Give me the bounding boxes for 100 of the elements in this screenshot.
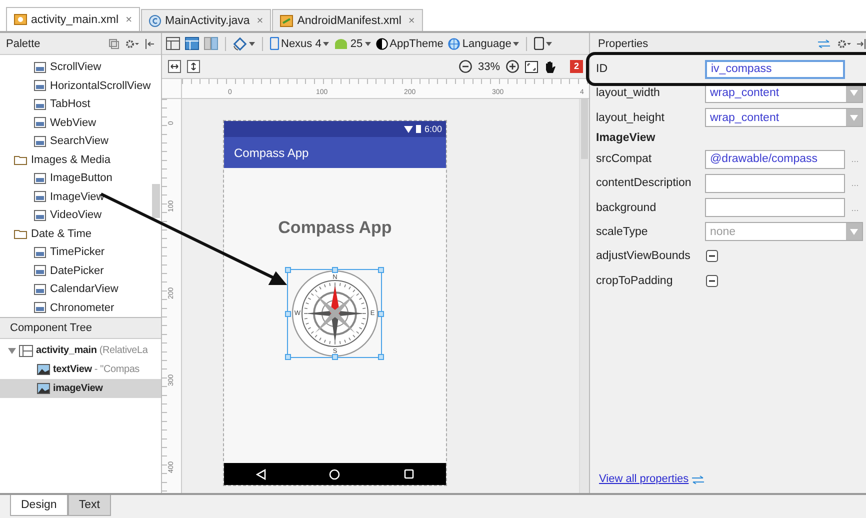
theme-menu[interactable]: AppTheme: [376, 38, 444, 50]
widget-icon: [34, 284, 46, 295]
dropdown-arrow-icon: [850, 90, 858, 96]
fit-height-icon[interactable]: [187, 60, 200, 73]
palette-item[interactable]: VideoView: [0, 206, 161, 224]
device-menu[interactable]: Nexus 4: [270, 37, 330, 50]
widget-icon: [34, 80, 46, 92]
orientation-menu[interactable]: [233, 36, 255, 50]
caret-icon: [323, 42, 330, 46]
language-menu[interactable]: Language: [448, 38, 520, 50]
property-label: layout_height: [596, 112, 666, 124]
property-field[interactable]: [705, 198, 845, 218]
pin-icon[interactable]: [857, 38, 866, 48]
gear-icon[interactable]: [837, 38, 851, 48]
expand-icon[interactable]: [8, 346, 16, 354]
palette-item[interactable]: TabHost: [0, 95, 161, 114]
api-level-menu[interactable]: 25: [334, 38, 371, 50]
hand-icon[interactable]: [544, 60, 556, 74]
zoom-level: 33%: [478, 60, 500, 72]
scrollbar-thumb[interactable]: [152, 184, 160, 218]
checkbox[interactable]: [706, 274, 718, 287]
file-tab[interactable]: AndroidManifest.xml ×: [272, 9, 423, 31]
swap-icon[interactable]: [817, 39, 831, 48]
battery-icon: [416, 125, 422, 133]
section-header: ImageView: [596, 130, 656, 146]
property-label: ID: [596, 63, 608, 76]
error-badge[interactable]: 2: [570, 60, 583, 73]
widget-icon: [34, 62, 46, 73]
swap-icon: [690, 474, 705, 484]
property-label: layout_width: [596, 87, 661, 100]
fit-screen-icon[interactable]: [525, 60, 538, 72]
dropdown-arrow-icon: [850, 228, 858, 235]
property-field[interactable]: @drawable/compass: [705, 150, 845, 169]
layout-file-icon: [14, 14, 27, 25]
folder-icon: [14, 228, 27, 239]
theme-icon: [376, 38, 388, 50]
caret-icon: [546, 42, 552, 46]
property-label: cropToPadding: [596, 274, 674, 287]
view-all-properties-link[interactable]: View all properties: [599, 473, 689, 485]
phone-icon: [270, 37, 279, 50]
gear-icon[interactable]: [125, 38, 139, 48]
property-label: contentDescription: [596, 177, 692, 190]
close-icon[interactable]: ×: [408, 14, 415, 26]
zoom-in-icon[interactable]: [506, 60, 519, 73]
tree-item[interactable]: activity_main (RelativeLa: [0, 341, 161, 360]
collapse-icon[interactable]: [145, 38, 155, 48]
palette-item[interactable]: TimePicker: [0, 243, 161, 262]
fit-width-icon[interactable]: [168, 60, 181, 73]
recents-icon: [404, 469, 414, 479]
editor-tab[interactable]: Text: [68, 495, 111, 516]
app-bar: Compass App: [224, 137, 446, 168]
property-label: adjustViewBounds: [596, 250, 692, 262]
palette-item[interactable]: ImageButton: [0, 169, 161, 188]
property-dropdown[interactable]: wrap_content: [705, 108, 863, 128]
panel-title: Component Tree: [0, 318, 161, 339]
device-icon: [534, 37, 544, 50]
property-field[interactable]: iv_compass: [705, 60, 845, 79]
caret-icon: [364, 42, 371, 46]
widget-icon: [34, 172, 46, 184]
palette-item[interactable]: ScrollView: [0, 58, 161, 76]
widget-icon: [34, 246, 46, 258]
globe-icon: [448, 38, 460, 50]
palette-item[interactable]: WebView: [0, 114, 161, 132]
file-tab[interactable]: activity_main.xml ×: [6, 7, 140, 31]
palette-category[interactable]: Date & Time: [0, 224, 161, 243]
dropdown-arrow-icon: [850, 114, 858, 121]
close-icon[interactable]: ×: [126, 14, 132, 26]
blueprint-icon[interactable]: [185, 37, 199, 50]
zoom-out-icon[interactable]: [458, 60, 472, 73]
scrollbar[interactable]: [579, 99, 589, 493]
palette-category[interactable]: Images & Media: [0, 150, 161, 169]
widget-icon: [34, 210, 46, 221]
palette-item[interactable]: DatePicker: [0, 262, 161, 280]
palette-item[interactable]: Chronometer: [0, 298, 161, 317]
palette-item[interactable]: CalendarView: [0, 280, 161, 298]
design-view-icon[interactable]: [166, 37, 180, 50]
home-icon: [329, 468, 340, 480]
copy-icon[interactable]: [109, 38, 119, 48]
widget-icon: [34, 302, 46, 314]
widget-icon: [34, 265, 46, 276]
property-field[interactable]: [705, 174, 845, 193]
image-icon: [37, 383, 50, 394]
close-icon[interactable]: ×: [256, 14, 264, 26]
caret-icon: [249, 42, 255, 46]
folder-icon: [14, 154, 27, 165]
manifest-file-icon: [280, 14, 294, 26]
checkbox[interactable]: [706, 250, 718, 262]
widget-icon: [34, 117, 46, 128]
file-tab[interactable]: MainActivity.java ×: [141, 9, 272, 31]
palette-item[interactable]: HorizontalScrollView: [0, 76, 161, 95]
editor-tab[interactable]: Design: [10, 495, 68, 516]
rotate-icon: [233, 36, 247, 50]
device-frame-menu[interactable]: [534, 37, 552, 50]
property-label: scaleType: [596, 226, 649, 238]
wifi-icon: [404, 126, 414, 132]
tree-item[interactable]: imageView: [0, 379, 161, 398]
tree-item[interactable]: textView - "Compas: [0, 360, 161, 379]
palette-item[interactable]: SearchView: [0, 132, 161, 150]
caret-icon: [513, 42, 520, 46]
palette-item[interactable]: ImageView: [0, 188, 161, 206]
